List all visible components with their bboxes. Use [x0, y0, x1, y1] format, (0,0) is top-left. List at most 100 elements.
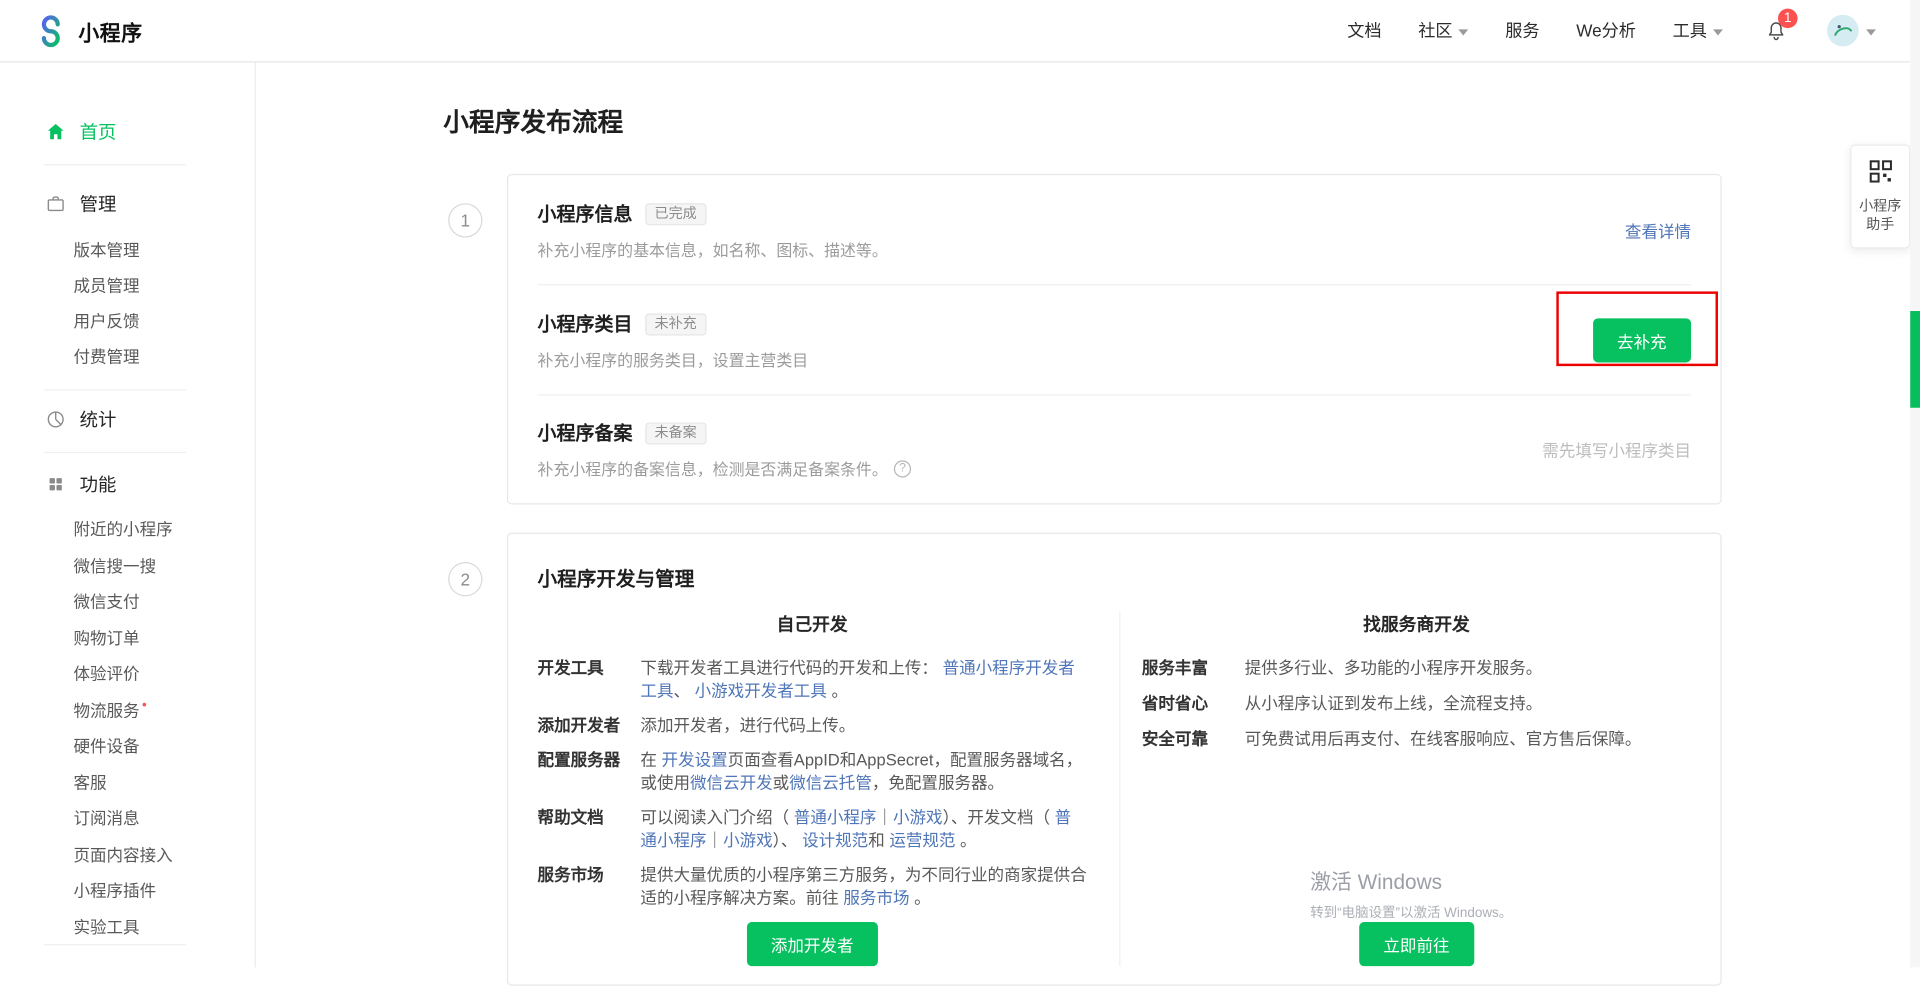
dev-manage-card: 小程序开发与管理 自己开发 开发工具 下载开发者工具进行代码的开发和上传： 普通… [507, 533, 1722, 986]
notification-bell[interactable]: 1 [1765, 19, 1788, 42]
help-icon[interactable]: ? [894, 460, 911, 477]
inline-link[interactable]: 普通小程序 [794, 808, 877, 826]
text-segment: 。 [910, 889, 931, 907]
sidebar-item[interactable]: 版本管理 [0, 233, 255, 269]
sidebar-item-label: 页面内容接入 [73, 846, 172, 864]
assistant-panel[interactable]: 小程序 助手 [1850, 144, 1910, 248]
sidebar-item[interactable]: 页面内容接入 [0, 832, 255, 868]
row-desc: 补充小程序的基本信息，如名称、图标、描述等。 [538, 237, 888, 260]
fill-category-button[interactable]: 去补充 [1592, 318, 1691, 362]
page-title: 小程序发布流程 [443, 103, 623, 140]
inline-link[interactable]: 设计规范 [802, 831, 868, 849]
dev-row: 开发工具 下载开发者工具进行代码的开发和上传： 普通小程序开发者工具、 小游戏开… [538, 656, 1087, 703]
sidebar-item[interactable]: 微信搜一搜 [0, 543, 255, 579]
inline-link[interactable]: 运营规范 [889, 831, 955, 849]
inline-link[interactable]: 微信云开发 [690, 774, 773, 792]
dev-row: 服务市场 提供大量优质的小程序第三方服务，为不同行业的商家提供合适的小程序解决方… [538, 863, 1087, 910]
nav-docs[interactable]: 文档 [1347, 18, 1381, 42]
card-title: 小程序开发与管理 [508, 562, 1720, 591]
text-segment: ）、开发文档（ [943, 808, 1055, 826]
nav-label: 文档 [1347, 18, 1381, 42]
home-icon [44, 121, 66, 142]
nav-tools[interactable]: 工具 [1673, 18, 1723, 42]
desc-text: 补充小程序的备案信息，检测是否满足备案条件。 [538, 457, 888, 480]
sidebar-item-label: 小程序插件 [73, 882, 156, 900]
sidebar-section-label: 管理 [80, 190, 117, 216]
vendor-row-desc: 提供多行业、多功能的小程序开发服务。 [1245, 656, 1691, 679]
vendor-row-desc: 可免费试用后再支付、在线客服响应、官方售后保障。 [1245, 727, 1691, 750]
add-developer-button[interactable]: 添加开发者 [746, 922, 878, 966]
nav-we-analytics[interactable]: We分析 [1576, 18, 1636, 42]
sidebar-item[interactable]: 附近的小程序 [0, 507, 255, 543]
sidebar-item-label: 物流服务 [73, 701, 139, 719]
sidebar-item[interactable]: 小程序插件 [0, 868, 255, 904]
app-window: 小程序 文档 社区 服务 We分析 工具 1 [0, 0, 1920, 967]
inline-link[interactable]: 服务市场 [843, 889, 909, 907]
sidebar-item[interactable]: 体验评价 [0, 651, 255, 687]
sidebar-item[interactable]: 付费管理 [0, 339, 255, 375]
sidebar-item-label: 体验评价 [73, 665, 139, 683]
sidebar-section-features[interactable]: 功能 [0, 468, 255, 500]
scrollbar-thumb[interactable] [1910, 311, 1920, 408]
sidebar-section-manage[interactable]: 管理 [0, 187, 255, 219]
sidebar-item-home[interactable]: 首页 [0, 115, 255, 147]
inline-link[interactable]: 微信云托管 [789, 774, 872, 792]
sidebar-item-label: 订阅消息 [73, 809, 139, 827]
sidebar-item[interactable]: 订阅消息 [0, 796, 255, 832]
step-number-2: 2 [448, 562, 482, 596]
nav-community[interactable]: 社区 [1418, 18, 1468, 42]
text-segment: 、 [673, 682, 694, 700]
text-segment: 可以阅读入门介绍（ [640, 808, 793, 826]
sidebar-section-stats[interactable]: 统计 [0, 403, 255, 435]
inline-link[interactable]: 开发设置 [662, 751, 728, 769]
sidebar-item[interactable]: 物流服务• [0, 688, 255, 724]
vendor-dev-action: 立即前往 [1142, 922, 1691, 966]
sidebar-item[interactable]: 实验工具 [0, 904, 255, 940]
inline-link[interactable]: 小游戏 [893, 808, 943, 826]
text-segment: 在 [640, 751, 661, 769]
divider [44, 452, 186, 453]
divider [44, 389, 186, 390]
manage-list: 版本管理成员管理用户反馈付费管理 [0, 233, 255, 375]
sidebar-item[interactable]: 微信支付 [0, 579, 255, 615]
account-menu[interactable] [1827, 15, 1876, 47]
brand-name: 小程序 [78, 15, 142, 46]
nav-services[interactable]: 服务 [1505, 18, 1539, 42]
row-title: 小程序类目 [538, 314, 633, 335]
sidebar-item-label: 购物订单 [73, 629, 139, 647]
go-now-button[interactable]: 立即前往 [1359, 922, 1474, 966]
sidebar-item[interactable]: 硬件设备 [0, 724, 255, 760]
assistant-label: 小程序 助手 [1855, 198, 1905, 235]
sidebar-item[interactable]: 购物订单 [0, 615, 255, 651]
brand-logo[interactable]: 小程序 [34, 14, 142, 47]
text-segment: 添加开发者，进行代码上传。 [640, 716, 855, 734]
dev-row-desc: 下载开发者工具进行代码的开发和上传： 普通小程序开发者工具、 小游戏开发者工具 … [640, 656, 1086, 703]
sidebar-item-label: 实验工具 [73, 918, 139, 936]
dev-row: 配置服务器 在 开发设置页面查看AppID和AppSecret，配置服务器域名，… [538, 748, 1087, 795]
column-title: 自己开发 [538, 611, 1087, 637]
sidebar-item[interactable]: 客服 [0, 760, 255, 796]
view-details-link[interactable]: 查看详情 [1625, 217, 1691, 241]
status-badge: 已完成 [645, 203, 707, 225]
sidebar: 首页 管理 版本管理成员管理用户反馈付费管理 统计 [0, 62, 256, 967]
assistant-label-line: 助手 [1855, 217, 1905, 235]
inline-link[interactable]: 小游戏开发者工具 [695, 682, 827, 700]
vendor-row-label: 安全可靠 [1142, 727, 1245, 750]
chevron-down-icon [1866, 29, 1876, 35]
info-row-left: 小程序信息已完成 补充小程序的基本信息，如名称、图标、描述等。 [538, 199, 888, 260]
info-row: 小程序信息已完成 补充小程序的基本信息，如名称、图标、描述等。 查看详情 [538, 175, 1691, 285]
sidebar-item-label: 首页 [80, 118, 117, 144]
dev-columns: 自己开发 开发工具 下载开发者工具进行代码的开发和上传： 普通小程序开发者工具、… [508, 611, 1720, 966]
vendor-row: 安全可靠 可免费试用后再支付、在线客服响应、官方售后保障。 [1142, 727, 1691, 750]
status-badge: 未补充 [645, 313, 707, 335]
sidebar-item[interactable]: 成员管理 [0, 268, 255, 304]
sidebar-item[interactable]: 用户反馈 [0, 304, 255, 340]
row-desc: 补充小程序的备案信息，检测是否满足备案条件。 ? [538, 457, 911, 480]
text-segment: ）、 [773, 831, 802, 849]
vendor-row: 服务丰富 提供多行业、多功能的小程序开发服务。 [1142, 656, 1691, 679]
nav-label: 工具 [1673, 18, 1707, 42]
dev-row-label: 帮助文档 [538, 806, 641, 853]
inline-link[interactable]: 小游戏 [723, 831, 773, 849]
text-segment: ｜ [876, 808, 893, 826]
avatar [1827, 15, 1859, 47]
